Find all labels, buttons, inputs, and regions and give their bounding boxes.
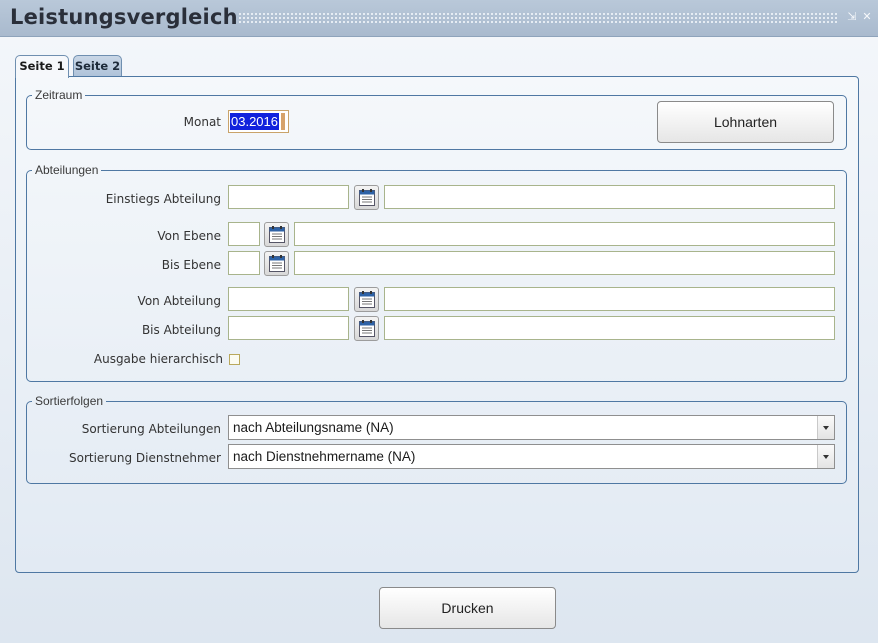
close-icon[interactable]: ✕ [861, 11, 873, 23]
einstiegs-abteilung-code-input[interactable] [228, 185, 349, 209]
einstiegs-abteilung-label: Einstiegs Abteilung [105, 192, 221, 206]
sortierung-abteilungen-value: nach Abteilungsname (NA) [233, 420, 394, 435]
bis-ebene-input[interactable] [228, 251, 260, 275]
monat-label: Monat [183, 115, 221, 129]
bis-ebene-label: Bis Ebene [161, 258, 221, 272]
calendar-list-icon [359, 291, 375, 308]
einstiegs-abteilung-lookup-button[interactable] [354, 185, 379, 210]
von-ebene-name-input[interactable] [294, 222, 835, 246]
window-title: Leistungsvergleich [10, 5, 238, 29]
von-abteilung-name-input[interactable] [384, 287, 835, 311]
bis-abteilung-lookup-button[interactable] [354, 316, 379, 341]
sortierung-dienstnehmer-label: Sortierung Dienstnehmer [68, 451, 221, 465]
chevron-down-icon[interactable] [817, 416, 834, 439]
bis-ebene-name-input[interactable] [294, 251, 835, 275]
sortierung-dienstnehmer-select[interactable]: nach Dienstnehmername (NA) [228, 444, 835, 469]
abteilungen-legend: Abteilungen [35, 163, 99, 177]
drucken-button[interactable]: Drucken [379, 587, 556, 629]
einstiegs-abteilung-name-input[interactable] [384, 185, 835, 209]
title-bar-grip [238, 12, 838, 24]
calendar-list-icon [269, 226, 285, 243]
von-ebene-input[interactable] [228, 222, 260, 246]
von-abteilung-lookup-button[interactable] [354, 287, 379, 312]
bis-ebene-lookup-button[interactable] [264, 251, 289, 276]
bis-abteilung-code-input[interactable] [228, 316, 349, 340]
von-ebene-label: Von Ebene [157, 229, 221, 243]
minimize-icon[interactable]: ⇲ [846, 11, 858, 23]
sortierung-abteilungen-label: Sortierung Abteilungen [81, 422, 221, 436]
zeitraum-legend: Zeitraum [35, 88, 83, 102]
monat-input[interactable]: 03.2016 [228, 110, 289, 133]
sortierung-abteilungen-select[interactable]: nach Abteilungsname (NA) [228, 415, 835, 440]
calendar-list-icon [359, 189, 375, 206]
chevron-down-icon[interactable] [817, 445, 834, 468]
bis-abteilung-name-input[interactable] [384, 316, 835, 340]
sortierung-dienstnehmer-value: nach Dienstnehmername (NA) [233, 449, 416, 464]
calendar-list-icon [359, 320, 375, 337]
von-ebene-lookup-button[interactable] [264, 222, 289, 247]
monat-value: 03.2016 [230, 113, 279, 130]
von-abteilung-code-input[interactable] [228, 287, 349, 311]
ausgabe-hierarchisch-label: Ausgabe hierarchisch [93, 352, 223, 366]
tab-seite-2[interactable]: Seite 2 [73, 55, 122, 77]
title-bar[interactable]: Leistungsvergleich ⇲ ✕ [0, 0, 878, 37]
tab-seite-1[interactable]: Seite 1 [15, 55, 69, 78]
text-cursor [281, 113, 285, 130]
sortierfolgen-legend: Sortierfolgen [35, 394, 104, 408]
lohnarten-button[interactable]: Lohnarten [657, 101, 834, 143]
bis-abteilung-label: Bis Abteilung [141, 323, 221, 337]
calendar-list-icon [269, 255, 285, 272]
von-abteilung-label: Von Abteilung [137, 294, 221, 308]
ausgabe-hierarchisch-checkbox[interactable] [229, 354, 240, 365]
